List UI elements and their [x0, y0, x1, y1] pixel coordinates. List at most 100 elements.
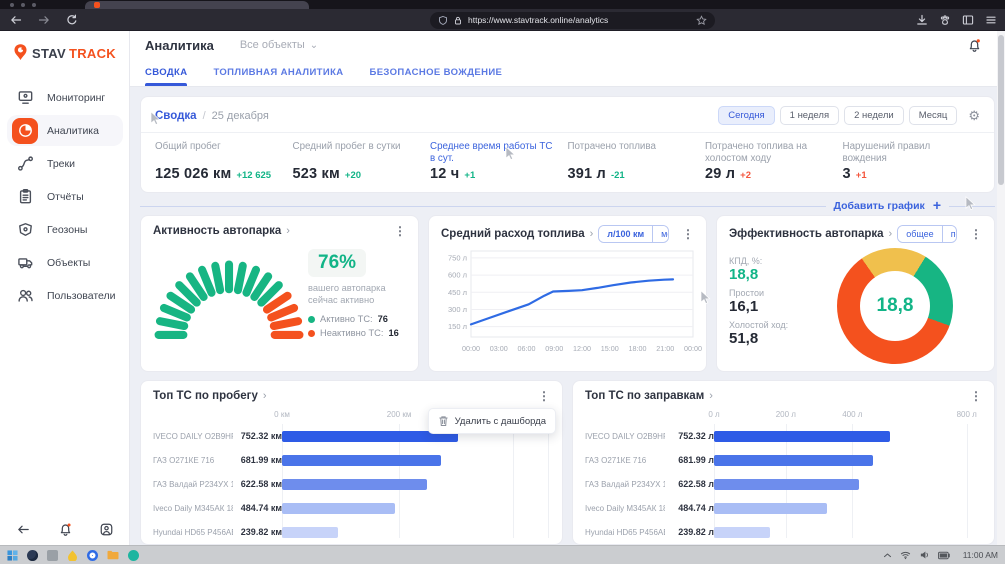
- delete-from-dashboard-menu-item[interactable]: Удалить с дашборда: [428, 408, 556, 434]
- app-icon-gray[interactable]: [47, 550, 58, 561]
- page-title: Аналитика: [145, 38, 214, 53]
- tab-fuel-analytics[interactable]: ТОПЛИВНАЯ АНАЛИТИКА: [213, 59, 343, 86]
- add-chart-button[interactable]: Добавить график: [834, 200, 925, 212]
- bar[interactable]: [282, 527, 338, 538]
- taskbar-clock[interactable]: 11:00 AM: [963, 550, 998, 560]
- toggle-engine-hours[interactable]: моточасы: [652, 226, 669, 242]
- sidebar-item-users[interactable]: Пользователи: [0, 279, 130, 312]
- bar-row: ГАЗ О271КЕ 716681.99 км: [141, 448, 548, 472]
- wifi-icon[interactable]: [900, 550, 911, 560]
- stavtrack-logo[interactable]: STAVTRACK: [12, 43, 116, 63]
- tab-summary[interactable]: СВОДКА: [145, 59, 187, 86]
- tab-safe-driving[interactable]: БЕЗОПАСНОЕ ВОЖДЕНИЕ: [370, 59, 503, 86]
- period-button-0[interactable]: Сегодня: [718, 106, 774, 125]
- bar[interactable]: [714, 479, 859, 490]
- bar-row: Hyundai HD65 Р456АВ 197239.82 л: [573, 520, 980, 544]
- address-bar[interactable]: https://www.stavtrack.online/analytics: [430, 12, 715, 29]
- stat-label: Среднее время работы ТС в сут.: [430, 141, 560, 165]
- account-icon[interactable]: [99, 522, 114, 537]
- tray-expand-icon[interactable]: [883, 551, 892, 560]
- window-control-dot[interactable]: [10, 3, 14, 7]
- alerts-icon[interactable]: [967, 38, 982, 53]
- kebab-menu-icon[interactable]: ⋮: [970, 390, 982, 402]
- bookmark-star-icon[interactable]: [696, 15, 707, 26]
- sidebar-item-label: Отчёты: [47, 191, 84, 203]
- svg-text:09:00: 09:00: [545, 344, 563, 353]
- summary-card: Сводка / 25 декабря Сегодня1 неделя2 нед…: [140, 96, 995, 193]
- bar[interactable]: [282, 479, 427, 490]
- bar[interactable]: [714, 431, 890, 442]
- scrollbar[interactable]: [997, 31, 1005, 545]
- sidebar-item-objects[interactable]: Объекты: [0, 246, 130, 279]
- bar[interactable]: [714, 455, 873, 466]
- app-icon-blue[interactable]: [87, 550, 98, 561]
- reload-icon[interactable]: [66, 14, 78, 26]
- volume-icon[interactable]: [919, 550, 930, 560]
- kebab-menu-icon[interactable]: ⋮: [394, 225, 406, 237]
- bar-track: [714, 503, 980, 514]
- refuels-bar-chart: 0 л200 л400 л800 лIVECO DAILY О2В9НР 126…: [573, 407, 994, 544]
- plus-icon[interactable]: +: [933, 197, 941, 213]
- toggle-general[interactable]: общее: [898, 226, 941, 242]
- files-folder-icon[interactable]: [107, 550, 119, 560]
- kebab-menu-icon[interactable]: ⋮: [970, 228, 982, 240]
- gear-icon[interactable]: ⚙: [968, 109, 980, 122]
- bar-track: [714, 431, 980, 442]
- start-icon[interactable]: [7, 550, 18, 561]
- tracking-shield-icon[interactable]: [438, 15, 448, 26]
- period-button-2[interactable]: 2 недели: [844, 106, 904, 125]
- kebab-menu-icon[interactable]: ⋮: [538, 390, 550, 402]
- sidebar-item-geozones[interactable]: Геозоны: [0, 213, 130, 246]
- sidebar-footer: [0, 522, 130, 537]
- kebab-menu-icon[interactable]: ⋮: [682, 228, 694, 240]
- browser-app-icon[interactable]: [27, 550, 38, 561]
- vehicle-label: ГАЗ О271КЕ 716: [141, 456, 233, 465]
- sidebar-item-reports[interactable]: Отчёты: [0, 180, 130, 213]
- bar[interactable]: [282, 503, 395, 514]
- bar-track: [282, 527, 548, 538]
- collapse-sidebar-icon[interactable]: [16, 522, 31, 537]
- bar[interactable]: [714, 503, 827, 514]
- window-control-dot[interactable]: [21, 3, 25, 7]
- menu-hamburger-icon[interactable]: [985, 14, 997, 26]
- sidebar-item-label: Аналитика: [47, 125, 99, 137]
- browser-tab[interactable]: [85, 1, 309, 9]
- period-button-3[interactable]: Месяц: [909, 106, 958, 125]
- chevron-right-icon[interactable]: ›: [889, 228, 893, 240]
- forward-icon[interactable]: [38, 14, 50, 26]
- scrollbar-thumb[interactable]: [998, 35, 1004, 185]
- stat-value-row: 125 026 км+12 625: [155, 166, 285, 182]
- extension-icon[interactable]: [939, 14, 951, 26]
- app-icon-yellow[interactable]: [67, 550, 78, 561]
- chevron-right-icon[interactable]: ›: [590, 228, 594, 240]
- back-icon[interactable]: [10, 14, 22, 26]
- stat-label: Потрачено топлива на холостом ходу: [705, 141, 835, 165]
- chevron-right-icon[interactable]: ›: [709, 390, 713, 402]
- sidebar-item-tracks[interactable]: Треки: [0, 147, 130, 180]
- summary-stat[interactable]: Среднее время работы ТС в сут.12 ч+1: [430, 141, 568, 182]
- summary-stat: Общий пробег125 026 км+12 625: [155, 141, 293, 182]
- sidebar-item-analytics[interactable]: Аналитика: [0, 114, 130, 147]
- toggle-detailed[interactable]: подробно: [942, 226, 957, 242]
- chevron-right-icon[interactable]: ›: [286, 225, 290, 237]
- chevron-right-icon[interactable]: ›: [263, 390, 267, 402]
- toggle-l-per-100km[interactable]: л/100 км: [599, 226, 652, 242]
- notifications-bell-icon[interactable]: [58, 522, 73, 537]
- efficiency-stats: КПД, %:18,8Простои16,1Холостой ход:51,8: [729, 243, 821, 364]
- app-icon-teal[interactable]: [128, 550, 139, 561]
- sidebar-item-monitoring[interactable]: Мониторинг: [0, 81, 130, 114]
- sidebar-toggle-icon[interactable]: [962, 14, 974, 26]
- svg-text:00:00: 00:00: [684, 344, 702, 353]
- window-control-dot[interactable]: [32, 3, 36, 7]
- bar[interactable]: [282, 455, 441, 466]
- objects-scope-dropdown[interactable]: Все объекты ⌄: [240, 39, 318, 51]
- summary-title-link[interactable]: Сводка: [155, 110, 197, 122]
- bar-axis: 0 л200 л400 л800 л: [714, 410, 980, 422]
- lock-icon[interactable]: [453, 15, 463, 26]
- bar[interactable]: [714, 527, 770, 538]
- activity-legend: Активно ТС:76Неактивно ТС:16: [308, 314, 408, 338]
- period-button-1[interactable]: 1 неделя: [780, 106, 839, 125]
- downloads-icon[interactable]: [916, 14, 928, 26]
- stat-value-row: 523 км+20: [293, 166, 423, 182]
- battery-icon[interactable]: [938, 551, 951, 560]
